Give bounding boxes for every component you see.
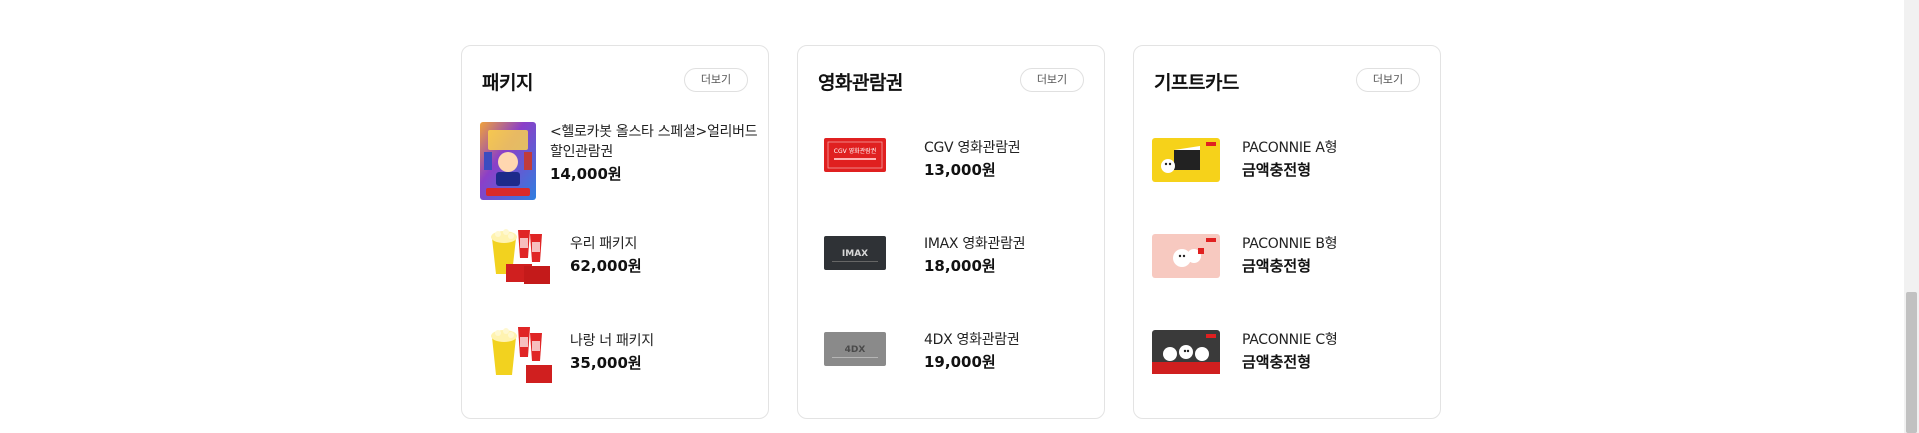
product-item-imax-ticket[interactable]: IMAX IMAX 영화관람권 18,000원 [816, 234, 1090, 314]
product-price: 13,000원 [924, 161, 996, 179]
4dx-ticket-thumb-text: 4DX [845, 345, 866, 355]
product-item-paconnie-b[interactable]: PACONNIE B형 금액충전형 [1152, 234, 1426, 314]
product-name: CGV 영화관람권 [924, 140, 1021, 156]
4dx-ticket-thumb: 4DX [824, 332, 886, 366]
product-price: 금액충전형 [1242, 353, 1312, 371]
product-item-hellocarbot[interactable]: <헬로카봇 올스타 스페셜>얼리버드 할인관람권 14,000원 [480, 122, 758, 202]
product-name: IMAX 영화관람권 [924, 236, 1026, 252]
product-name: PACONNIE A형 [1242, 140, 1338, 156]
package-more-button[interactable]: 더보기 [684, 68, 748, 92]
cgv-ticket-thumb-text: CGV 영화관람권 [834, 147, 876, 155]
product-name: PACONNIE B형 [1242, 236, 1338, 252]
product-item-uri-package[interactable]: 우리 패키지 62,000원 [480, 224, 754, 304]
product-name: <헬로카봇 올스타 스페셜>얼리버드 할인관람권 [550, 124, 758, 160]
product-item-paconnie-a[interactable]: PACONNIE A형 금액충전형 [1152, 138, 1426, 218]
paconnie-b-card-thumb [1152, 234, 1220, 278]
cgv-ticket-thumb: CGV 영화관람권 [824, 138, 886, 172]
gift-card-more-button[interactable]: 더보기 [1356, 68, 1420, 92]
product-price: 14,000원 [550, 165, 622, 183]
movie-ticket-card: 영화관람권 더보기 CGV 영화관람권 CGV 영화관람권 13,000원 IM… [797, 45, 1105, 419]
paconnie-a-card-thumb [1152, 138, 1220, 182]
product-price: 62,000원 [570, 257, 642, 275]
popcorn-combo-thumb [486, 224, 552, 290]
product-price: 18,000원 [924, 257, 996, 275]
product-item-4dx-ticket[interactable]: 4DX 4DX 영화관람권 19,000원 [816, 330, 1090, 410]
product-item-paconnie-c[interactable]: PACONNIE C형 금액충전형 [1152, 330, 1426, 410]
hellocarbot-poster-thumb [480, 122, 536, 200]
product-item-narang-package[interactable]: 나랑 너 패키지 35,000원 [480, 321, 754, 401]
popcorn-combo-thumb [486, 321, 552, 387]
product-price: 35,000원 [570, 354, 642, 372]
product-name: 4DX 영화관람권 [924, 332, 1020, 348]
page-scrollbar-thumb[interactable] [1906, 292, 1917, 433]
product-name: 나랑 너 패키지 [570, 333, 654, 349]
product-name: PACONNIE C형 [1242, 332, 1338, 348]
product-price: 금액충전형 [1242, 257, 1312, 275]
product-name: 우리 패키지 [570, 236, 638, 252]
imax-ticket-thumb: IMAX [824, 236, 886, 270]
imax-ticket-thumb-text: IMAX [842, 249, 868, 259]
movie-ticket-card-title: 영화관람권 [818, 72, 903, 94]
gift-card-card-title: 기프트카드 [1154, 72, 1239, 94]
store-category-cards: 패키지 더보기 <헬로카봇 올스타 스페셜>얼리버드 할인관람권 14,000원… [461, 45, 1443, 421]
product-price: 19,000원 [924, 353, 996, 371]
paconnie-c-card-thumb [1152, 330, 1220, 374]
gift-card-card: 기프트카드 더보기 PACONNIE A형 금액충전형 PACONNIE B형 … [1133, 45, 1441, 419]
product-price: 금액충전형 [1242, 161, 1312, 179]
product-item-cgv-ticket[interactable]: CGV 영화관람권 CGV 영화관람권 13,000원 [816, 138, 1090, 218]
package-card: 패키지 더보기 <헬로카봇 올스타 스페셜>얼리버드 할인관람권 14,000원… [461, 45, 769, 419]
movie-ticket-more-button[interactable]: 더보기 [1020, 68, 1084, 92]
package-card-title: 패키지 [482, 72, 533, 94]
